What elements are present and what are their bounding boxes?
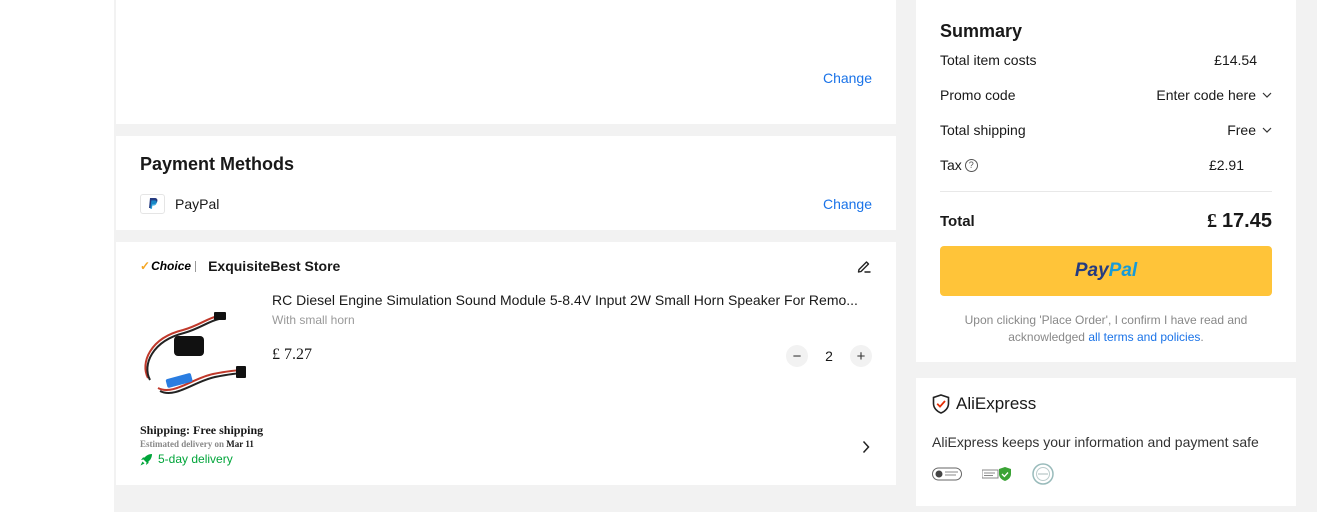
promo-code-row[interactable]: Promo code Enter code here: [940, 87, 1272, 103]
delivery-speed: 5-day delivery: [140, 452, 263, 466]
tax-label: Tax: [940, 157, 962, 173]
shipping-address-card: Change: [116, 0, 896, 124]
edit-note-icon[interactable]: [856, 258, 872, 274]
payment-methods-card: Payment Methods PayPal Change: [116, 136, 896, 230]
paypal-checkout-button[interactable]: Pay Pal: [940, 246, 1272, 296]
total-currency: £: [1206, 210, 1217, 232]
tax-value: £2.91: [1208, 157, 1244, 173]
promo-code-dropdown[interactable]: Enter code here: [1156, 87, 1272, 103]
chevron-down-icon: [1262, 92, 1272, 98]
quantity-value: 2: [825, 348, 833, 364]
estimated-delivery-date: Mar 11: [226, 439, 254, 449]
item-costs-value: £14.54: [1214, 52, 1257, 68]
estimated-delivery: Estimated delivery on Mar 11: [140, 439, 263, 449]
store-order-card: ✓ Choice ExquisiteBest Store RC Diesel E…: [116, 242, 896, 485]
shipping-row[interactable]: Total shipping Free: [940, 122, 1272, 138]
divider: [195, 260, 197, 272]
security-seal-icon: [1032, 463, 1054, 485]
store-header: ✓ Choice ExquisiteBest Store: [140, 258, 340, 274]
change-payment-link[interactable]: Change: [823, 196, 872, 212]
shipping-info: Shipping: Free shipping Estimated delive…: [140, 423, 263, 466]
estimated-delivery-prefix: Estimated delivery on: [140, 439, 224, 449]
payment-safety-card: AliExpress AliExpress keeps your informa…: [916, 378, 1296, 506]
decrease-quantity-button[interactable]: −: [786, 345, 808, 367]
verified-badge-icon: [982, 467, 1011, 481]
pci-badge-icon: [932, 467, 962, 481]
paypal-logo-pay: Pay: [1074, 260, 1109, 281]
product-variant: With small horn: [272, 313, 355, 327]
terms-link[interactable]: all terms and policies: [1088, 330, 1200, 344]
total-row: Total £ 17.45: [940, 210, 1272, 233]
summary-title: Summary: [940, 21, 1023, 41]
terms-end: .: [1200, 330, 1204, 344]
choice-badge-label: Choice: [151, 259, 192, 273]
total-amount: 17.45: [1221, 210, 1272, 232]
divider: [940, 191, 1272, 192]
shipping-total-label: Total shipping: [940, 122, 1026, 138]
choice-badge: ✓ Choice: [140, 259, 197, 273]
increase-quantity-button[interactable]: +: [850, 345, 872, 367]
terms-notice: Upon clicking 'Place Order', I confirm I…: [940, 312, 1272, 346]
promo-code-value: Enter code here: [1156, 87, 1256, 103]
tax-row: Tax ? £2.91: [940, 157, 1272, 173]
product-image[interactable]: [138, 308, 246, 400]
product-price: £ 7.27: [272, 346, 312, 363]
delivery-speed-label: 5-day delivery: [158, 452, 233, 466]
quantity-stepper: − 2 +: [786, 345, 872, 367]
payment-method-row: PayPal: [140, 194, 219, 214]
shipping-total-value: Free: [1227, 122, 1256, 138]
info-icon[interactable]: ?: [964, 158, 978, 172]
checkmark-icon: ✓: [140, 259, 151, 273]
promo-code-label: Promo code: [940, 87, 1016, 103]
aliexpress-brand: AliExpress: [932, 394, 1036, 414]
shipping-label: Shipping: Free shipping: [140, 423, 264, 437]
shipping-dropdown[interactable]: Free: [1227, 122, 1272, 138]
shield-icon: [932, 394, 950, 414]
rocket-icon: [140, 453, 152, 465]
paypal-icon: [140, 194, 165, 214]
payment-method-label: PayPal: [175, 196, 220, 212]
paypal-logo-pal: Pal: [1108, 260, 1138, 281]
safety-message: AliExpress keeps your information and pa…: [932, 434, 1259, 450]
payment-methods-title: Payment Methods: [140, 154, 295, 174]
change-address-link[interactable]: Change: [823, 70, 872, 86]
order-summary-card: Summary Total item costs £14.54 Promo co…: [916, 0, 1296, 362]
brand-name: AliExpress: [956, 394, 1037, 413]
security-badges: [932, 463, 1054, 485]
store-name[interactable]: ExquisiteBest Store: [208, 258, 340, 274]
chevron-down-icon: [1262, 127, 1272, 133]
total-label: Total: [940, 213, 975, 230]
item-costs-row: Total item costs £14.54: [940, 52, 1272, 68]
item-costs-label: Total item costs: [940, 52, 1037, 68]
product-title[interactable]: RC Diesel Engine Simulation Sound Module…: [272, 292, 872, 308]
chevron-right-icon[interactable]: [862, 440, 870, 454]
